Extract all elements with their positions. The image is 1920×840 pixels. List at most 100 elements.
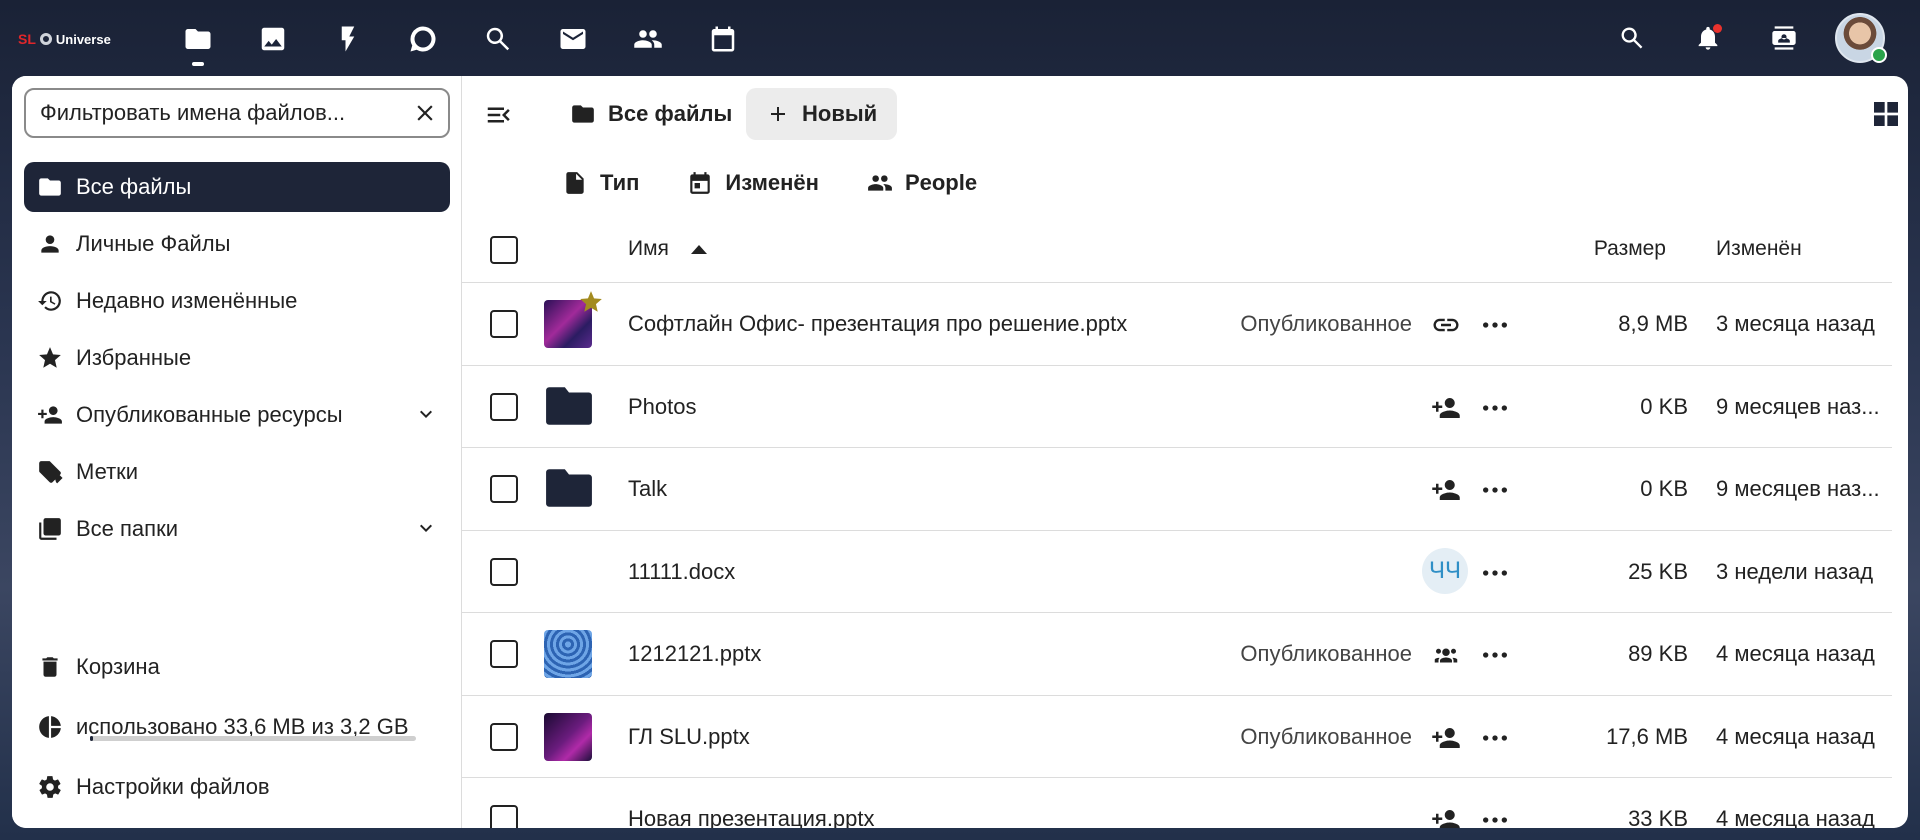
logo[interactable]: SL Universe bbox=[18, 28, 111, 50]
file-modified: 4 месяца назад bbox=[1716, 806, 1875, 828]
unified-search-button[interactable] bbox=[1594, 10, 1670, 66]
row-checkbox[interactable] bbox=[490, 640, 518, 668]
chevron-down-icon[interactable] bbox=[414, 516, 438, 540]
filter-people[interactable]: People bbox=[867, 170, 977, 196]
chat-icon bbox=[410, 26, 436, 52]
file-modified: 4 месяца назад bbox=[1716, 641, 1875, 666]
file-size: 0 KB bbox=[1640, 393, 1688, 419]
share-user-icon bbox=[38, 406, 62, 424]
row-checkbox[interactable] bbox=[490, 475, 518, 503]
menu-collapse-icon[interactable] bbox=[484, 100, 514, 130]
close-icon[interactable] bbox=[412, 100, 438, 126]
breadcrumb[interactable]: Все файлы bbox=[570, 88, 732, 140]
file-name[interactable]: 1212121.pptx bbox=[628, 641, 761, 667]
more-actions-icon[interactable] bbox=[1478, 804, 1512, 828]
sidebar: Фильтровать имена файлов... Все файлы Ли… bbox=[12, 76, 462, 828]
sidebar-item-tags[interactable]: Метки bbox=[24, 447, 450, 497]
sidebar-item-favorites[interactable]: Избранные bbox=[24, 333, 450, 383]
sidebar-item-quota[interactable]: использовано 33,6 MB из 3,2 GB bbox=[24, 702, 450, 752]
select-all-checkbox[interactable] bbox=[490, 236, 518, 264]
app-activity[interactable] bbox=[310, 14, 385, 64]
more-actions-icon[interactable] bbox=[1478, 392, 1512, 424]
table-row[interactable]: 1212121.pptx Опубликованное 89 KB 4 меся… bbox=[462, 613, 1892, 696]
column-header-name[interactable]: Имя bbox=[628, 237, 707, 261]
shared-with-avatar[interactable]: ЧЧ bbox=[1422, 547, 1468, 594]
sidebar-item-shares[interactable]: Опубликованные ресурсы bbox=[24, 390, 450, 440]
file-name[interactable]: 11111.docx bbox=[628, 559, 735, 585]
sidebar-item-all-folders[interactable]: Все папки bbox=[24, 504, 450, 554]
table-row[interactable]: Talk 0 KB 9 месяцев наз... bbox=[462, 448, 1892, 531]
sidebar-item-all-files[interactable]: Все файлы bbox=[24, 162, 450, 212]
file-thumbnail bbox=[544, 630, 592, 678]
chevron-down-icon[interactable] bbox=[414, 402, 438, 426]
new-button[interactable]: Новый bbox=[746, 88, 898, 140]
row-checkbox[interactable] bbox=[490, 722, 518, 751]
file-modified: 4 месяца назад bbox=[1716, 723, 1875, 749]
app-photos[interactable] bbox=[235, 14, 310, 64]
app-calendar[interactable] bbox=[685, 14, 760, 64]
group-icon bbox=[1434, 648, 1458, 663]
file-name[interactable]: Talk bbox=[628, 476, 667, 502]
share-button[interactable] bbox=[1430, 392, 1462, 424]
share-button[interactable] bbox=[1430, 639, 1462, 671]
account-icon bbox=[41, 235, 59, 253]
row-checkbox[interactable] bbox=[490, 310, 518, 338]
app-files[interactable] bbox=[160, 14, 235, 66]
filter-type[interactable]: Тип bbox=[562, 170, 639, 196]
row-checkbox[interactable] bbox=[490, 805, 518, 828]
sidebar-item-settings[interactable]: Настройки файлов bbox=[24, 762, 450, 812]
share-button[interactable] bbox=[1430, 722, 1462, 754]
share-button[interactable] bbox=[1430, 804, 1462, 828]
contacts-menu-button[interactable] bbox=[1746, 10, 1822, 66]
app-contacts[interactable] bbox=[610, 14, 685, 64]
sidebar-item-label: Настройки файлов bbox=[76, 774, 270, 799]
filter-placeholder: Фильтровать имена файлов... bbox=[40, 100, 346, 125]
user-menu-button[interactable] bbox=[1822, 10, 1898, 66]
share-button[interactable] bbox=[1430, 309, 1462, 341]
app-mail[interactable] bbox=[535, 14, 610, 64]
share-button[interactable] bbox=[1430, 474, 1462, 506]
sidebar-item-recent[interactable]: Недавно изменённые bbox=[24, 276, 450, 326]
row-checkbox[interactable] bbox=[490, 557, 518, 586]
share-user-icon bbox=[1432, 727, 1460, 748]
file-name[interactable]: ГЛ SLU.pptx bbox=[628, 724, 750, 750]
notification-dot bbox=[1713, 24, 1722, 33]
sidebar-item-trash[interactable]: Корзина bbox=[24, 642, 450, 692]
notifications-button[interactable] bbox=[1670, 10, 1746, 66]
file-name[interactable]: Софтлайн Офис- презентация про решение.p… bbox=[628, 311, 1127, 337]
row-checkbox[interactable] bbox=[490, 392, 518, 421]
more-actions-icon[interactable] bbox=[1478, 639, 1512, 671]
app-search[interactable] bbox=[460, 14, 535, 64]
file-name[interactable]: Новая презентация.pptx bbox=[628, 806, 875, 828]
more-actions-icon[interactable] bbox=[1478, 474, 1512, 506]
filter-input[interactable]: Фильтровать имена файлов... bbox=[24, 88, 450, 138]
calendar-icon bbox=[711, 26, 734, 52]
table-row[interactable]: Новая презентация.pptx 33 KB 4 месяца на… bbox=[462, 778, 1892, 828]
column-header-modified[interactable]: Изменён bbox=[1716, 237, 1802, 261]
table-row[interactable]: Photos 0 KB 9 месяцев наз... bbox=[462, 366, 1892, 448]
sidebar-item-label: Все папки bbox=[76, 516, 178, 541]
toolbar: Все файлы Новый bbox=[462, 76, 1908, 152]
grid-view-icon[interactable] bbox=[1870, 98, 1902, 130]
file-name[interactable]: Photos bbox=[628, 394, 697, 420]
table-row[interactable]: ГЛ SLU.pptx Опубликованное 17,6 MB 4 мес… bbox=[462, 696, 1892, 778]
file-size: 17,6 MB bbox=[1606, 723, 1688, 749]
sidebar-bottom: Корзина использовано 33,6 MB из 3,2 GB Н… bbox=[24, 642, 450, 819]
table-header: Имя Размер Изменён bbox=[462, 217, 1892, 283]
table-row[interactable]: 11111.docx ЧЧ 25 KB 3 недели назад bbox=[462, 531, 1892, 613]
app-talk[interactable] bbox=[385, 14, 460, 64]
app-navigation bbox=[160, 14, 760, 66]
more-actions-icon[interactable] bbox=[1478, 722, 1512, 754]
trash-icon bbox=[42, 657, 58, 677]
filter-modified[interactable]: Изменён bbox=[687, 170, 819, 196]
table-row[interactable]: Софтлайн Офис- презентация про решение.p… bbox=[462, 283, 1892, 366]
share-status-label: Опубликованное bbox=[1240, 723, 1412, 749]
contacts-menu-icon bbox=[1772, 26, 1796, 50]
share-user-icon bbox=[1432, 397, 1460, 418]
search-icon bbox=[1621, 27, 1643, 49]
more-actions-icon[interactable] bbox=[1478, 557, 1512, 589]
sidebar-item-personal-files[interactable]: Личные Файлы bbox=[24, 219, 450, 269]
more-actions-icon[interactable] bbox=[1478, 309, 1512, 341]
column-header-size[interactable]: Размер bbox=[1594, 237, 1666, 261]
folder-icon bbox=[546, 469, 592, 507]
